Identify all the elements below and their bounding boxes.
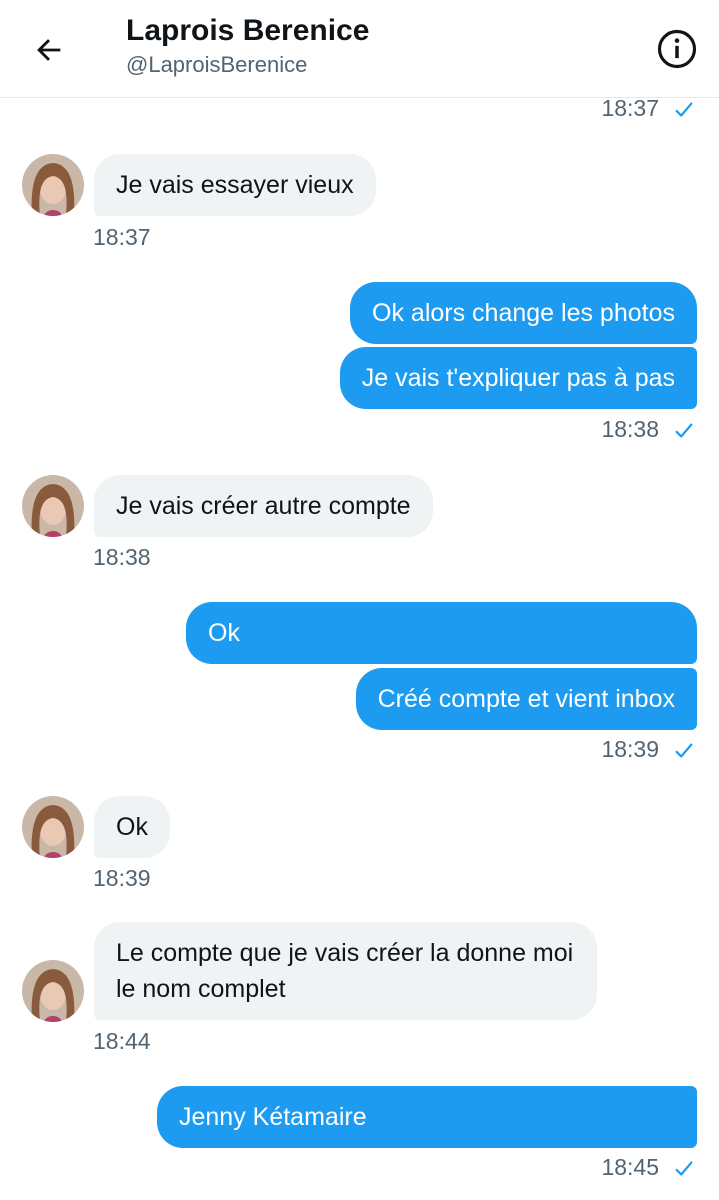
outgoing-message[interactable]: Ok [186,602,697,664]
check-icon [675,1161,693,1176]
outgoing-message[interactable]: Je vais t'expliquer pas à pas [339,347,697,409]
message-text: Je vais essayer vieux [116,171,354,199]
check-icon [675,423,693,438]
message-timestamp: 18:37 [93,224,151,250]
message-timestamp: 18:37 [601,99,659,121]
message-text: Jenny Kétamaire [179,1103,367,1131]
contact-handle: @LaproisBerenice [126,52,308,77]
incoming-message[interactable]: Ok [94,796,170,858]
avatar[interactable] [22,475,84,537]
check-icon [675,102,693,117]
check-icon [675,743,693,758]
message-thread[interactable]: 18:37 Je vais essayer vieux 18:37 Ok alo… [0,99,719,1200]
contact-name: Laprois Berenice [126,14,370,47]
message-text: Créé compte et vient inbox [377,685,675,713]
info-icon [657,29,697,69]
avatar[interactable] [22,154,84,216]
message-timestamp: 18:44 [93,1028,151,1054]
message-text: Ok [116,813,148,841]
message-timestamp: 18:45 [601,1154,659,1180]
info-button[interactable] [648,20,706,78]
avatar[interactable] [22,796,84,858]
message-timestamp: 18:38 [601,416,659,442]
message-text: Ok [208,619,240,647]
message-text: Le compte que je vais créer la donne moi… [116,939,574,1003]
incoming-message[interactable]: Le compte que je vais créer la donne moi… [94,922,597,1020]
incoming-message[interactable]: Je vais créer autre compte [94,475,433,537]
conversation-title-block[interactable]: Laprois Berenice @LaproisBerenice [126,12,369,80]
message-timestamp: 18:39 [93,865,151,891]
message-timestamp: 18:39 [601,736,659,762]
outgoing-message[interactable]: Créé compte et vient inbox [355,668,697,730]
message-text: Ok alors change les photos [372,299,675,327]
outgoing-message[interactable]: Ok alors change les photos [350,282,697,344]
incoming-message[interactable]: Je vais essayer vieux [94,154,376,216]
avatar[interactable] [22,960,84,1022]
message-timestamp: 18:38 [93,544,151,570]
arrow-left-icon [37,39,61,61]
back-button[interactable] [20,24,78,76]
message-text: Je vais créer autre compte [116,492,411,520]
message-text: Je vais t'expliquer pas à pas [361,364,675,392]
outgoing-message[interactable]: Jenny Kétamaire [157,1086,697,1148]
conversation-header: Laprois Berenice @LaproisBerenice [0,0,719,98]
